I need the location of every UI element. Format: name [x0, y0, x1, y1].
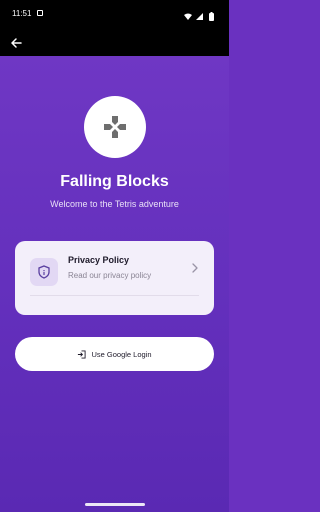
home-indicator[interactable]: [85, 503, 145, 506]
shield-icon: [38, 265, 50, 279]
shield-icon-container: [30, 258, 58, 286]
main-content: Falling Blocks Welcome to the Tetris adv…: [0, 56, 229, 512]
card-divider: [30, 295, 199, 296]
wifi-icon: [184, 13, 192, 20]
signal-icon: [196, 13, 203, 20]
sim-card-icon: [37, 10, 43, 16]
app-subtitle: Welcome to the Tetris adventure: [50, 199, 179, 209]
battery-icon: [209, 12, 214, 21]
privacy-policy-title: Privacy Policy: [68, 255, 130, 265]
app-logo: [84, 96, 146, 158]
back-arrow-icon: [11, 38, 22, 48]
login-icon: [78, 349, 87, 359]
app-bar: [0, 30, 229, 56]
back-button[interactable]: [6, 33, 26, 53]
gamepad-icon: [104, 116, 126, 138]
privacy-policy-subtitle: Read our privacy policy: [68, 271, 152, 280]
chevron-right-icon: [192, 263, 198, 273]
status-time: 11:51: [12, 9, 32, 18]
google-login-label: Use Google Login: [91, 349, 152, 359]
google-login-button[interactable]: Use Google Login: [15, 337, 214, 371]
status-icons: [183, 9, 219, 21]
status-bar: 11:51: [0, 0, 229, 30]
privacy-policy-card[interactable]: Privacy Policy Read our privacy policy: [15, 241, 214, 315]
app-title: Falling Blocks: [60, 173, 169, 190]
